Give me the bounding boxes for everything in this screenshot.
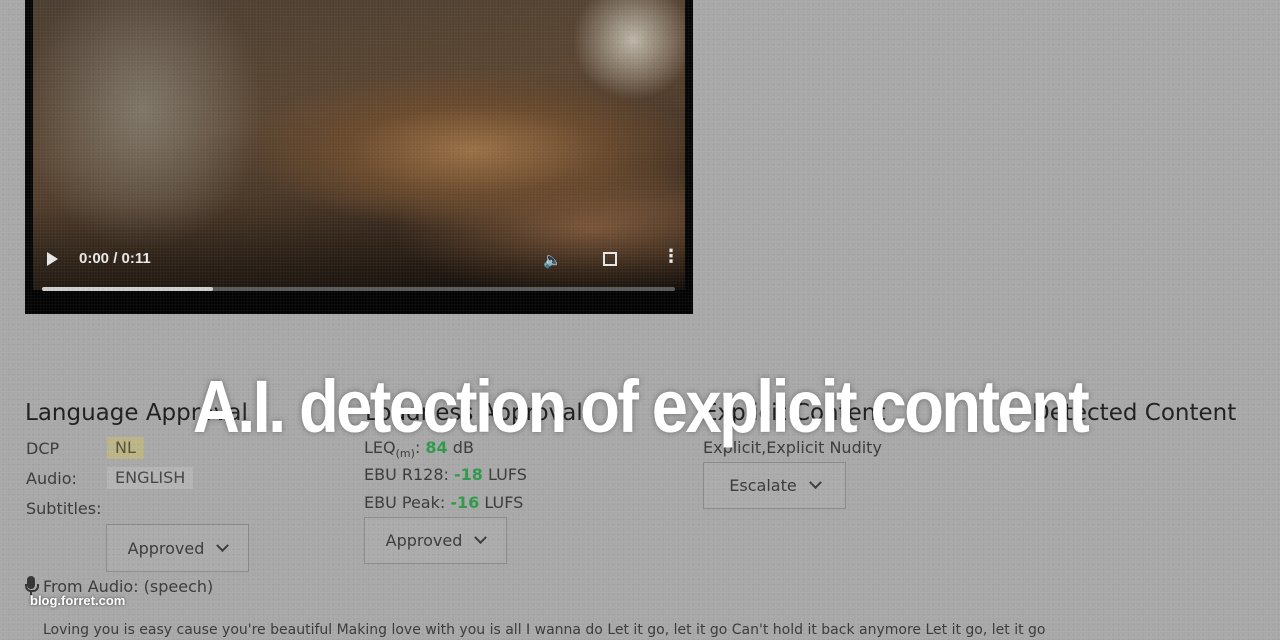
overlay-title: A.I. detection of explicit content [192,365,1090,448]
ebu-r128-row: EBU R128: -18 LUFS [364,465,527,484]
video-time: 0:00 / 0:11 [79,250,151,267]
video-progress-bar[interactable] [42,287,675,291]
language-status-value: Approved [127,538,205,558]
explicit-status-value: Escalate [729,476,797,495]
explicit-status-dropdown[interactable]: Escalate [703,462,846,509]
chevron-down-icon [808,476,822,490]
chevron-down-icon [474,531,488,545]
play-icon[interactable] [47,252,58,266]
volume-icon[interactable]: 🔈 [543,251,562,269]
dcp-label: DCP [26,439,60,458]
subtitles-label: Subtitles: [26,499,102,518]
audio-value-chip: ENGLISH [107,467,194,489]
ebu-peak-row: EBU Peak: -16 LUFS [364,493,524,512]
video-player[interactable]: 0:00 / 0:11 🔈 ⋮ [25,0,693,314]
loudness-status-dropdown[interactable]: Approved [364,517,507,564]
audio-label: Audio: [26,469,77,488]
microphone-icon [25,576,39,595]
more-options-icon[interactable]: ⋮ [662,248,680,266]
watermark: blog.forret.com [30,593,126,608]
chevron-down-icon [216,538,230,552]
video-progress-fill [42,287,213,291]
speech-transcript: Loving you is easy cause you're beautifu… [43,622,1046,638]
language-status-dropdown[interactable]: Approved [106,524,249,572]
fullscreen-icon[interactable] [603,252,617,266]
loudness-status-value: Approved [385,531,463,550]
